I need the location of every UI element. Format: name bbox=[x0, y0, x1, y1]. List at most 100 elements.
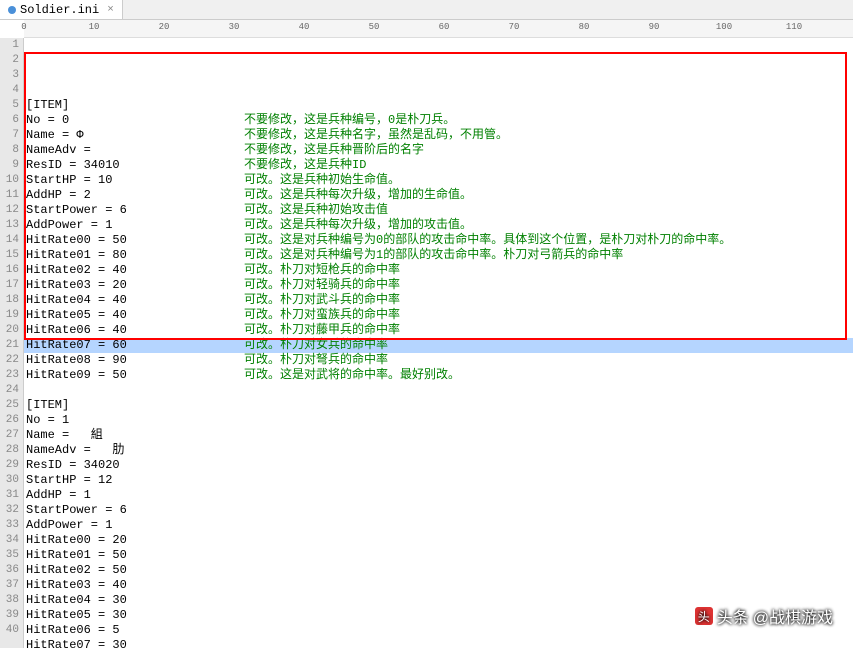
code-text: StartHP = 12 bbox=[24, 473, 244, 488]
code-line[interactable]: HitRate03 = 20可改。朴刀对轻骑兵的命中率 bbox=[24, 278, 853, 293]
code-line[interactable]: AddPower = 1 bbox=[24, 518, 853, 533]
line-number: 20 bbox=[0, 323, 19, 338]
code-text: HitRate04 = 40 bbox=[24, 293, 244, 308]
code-text: AddHP = 1 bbox=[24, 488, 244, 503]
line-number: 30 bbox=[0, 473, 19, 488]
code-line[interactable]: AddHP = 2可改。这是兵种每次升级，增加的生命值。 bbox=[24, 188, 853, 203]
code-text: StartPower = 6 bbox=[24, 203, 244, 218]
code-text: HitRate05 = 30 bbox=[24, 608, 244, 623]
comment-text: 可改。这是兵种初始攻击值 bbox=[244, 203, 388, 218]
code-line[interactable]: ResID = 34010不要修改，这是兵种ID bbox=[24, 158, 853, 173]
code-line[interactable]: HitRate01 = 80可改。这是对兵种编号为1的部队的攻击命中率。朴刀对弓… bbox=[24, 248, 853, 263]
ruler-mark: 80 bbox=[579, 22, 590, 32]
line-number: 32 bbox=[0, 503, 19, 518]
line-number: 31 bbox=[0, 488, 19, 503]
code-line[interactable]: No = 0不要修改，这是兵种编号，0是朴刀兵。 bbox=[24, 113, 853, 128]
line-number: 18 bbox=[0, 293, 19, 308]
line-number: 1 bbox=[0, 38, 19, 53]
comment-text: 可改。朴刀对藤甲兵的命中率 bbox=[244, 323, 400, 338]
line-number: 39 bbox=[0, 608, 19, 623]
code-text: HitRate02 = 40 bbox=[24, 263, 244, 278]
code-line[interactable]: HitRate05 = 40可改。朴刀对蛮族兵的命中率 bbox=[24, 308, 853, 323]
ruler: 0102030405060708090100110 bbox=[24, 20, 853, 38]
ruler-mark: 100 bbox=[716, 22, 732, 32]
code-text: [ITEM] bbox=[24, 98, 244, 113]
code-line[interactable] bbox=[24, 83, 853, 98]
code-text: HitRate01 = 80 bbox=[24, 248, 244, 263]
comment-text: 可改。朴刀对女兵的命中率 bbox=[244, 338, 388, 353]
comment-text: 可改。朴刀对武斗兵的命中率 bbox=[244, 293, 400, 308]
code-text: HitRate00 = 50 bbox=[24, 233, 244, 248]
code-line[interactable]: NameAdv =不要修改，这是兵种晋阶后的名字 bbox=[24, 143, 853, 158]
code-line[interactable]: Name = 組 bbox=[24, 428, 853, 443]
code-line[interactable]: HitRate02 = 50 bbox=[24, 563, 853, 578]
code-text: StartPower = 6 bbox=[24, 503, 244, 518]
code-line[interactable]: HitRate08 = 90可改。朴刀对弩兵的命中率 bbox=[24, 353, 853, 368]
editor[interactable]: 1234567891011121314151617181920212223242… bbox=[0, 38, 853, 648]
tab-soldier-ini[interactable]: Soldier.ini × bbox=[0, 0, 123, 19]
line-number: 4 bbox=[0, 83, 19, 98]
comment-text: 可改。朴刀对弩兵的命中率 bbox=[244, 353, 388, 368]
close-icon[interactable]: × bbox=[107, 4, 114, 16]
line-number: 38 bbox=[0, 593, 19, 608]
comment-text: 可改。这是对兵种编号为1的部队的攻击命中率。朴刀对弓箭兵的命中率 bbox=[244, 248, 623, 263]
code-line[interactable]: StartPower = 6可改。这是兵种初始攻击值 bbox=[24, 203, 853, 218]
code-line[interactable]: [ITEM] bbox=[24, 398, 853, 413]
code-line[interactable]: HitRate06 = 40可改。朴刀对藤甲兵的命中率 bbox=[24, 323, 853, 338]
code-line[interactable]: HitRate04 = 40可改。朴刀对武斗兵的命中率 bbox=[24, 293, 853, 308]
code-line[interactable]: StartHP = 12 bbox=[24, 473, 853, 488]
ruler-mark: 70 bbox=[509, 22, 520, 32]
line-number: 11 bbox=[0, 188, 19, 203]
code-line[interactable]: HitRate01 = 50 bbox=[24, 548, 853, 563]
comment-text: 不要修改，这是兵种编号，0是朴刀兵。 bbox=[244, 113, 455, 128]
code-text: Name = Φ bbox=[24, 128, 244, 143]
code-line[interactable]: HitRate02 = 40可改。朴刀对短枪兵的命中率 bbox=[24, 263, 853, 278]
comment-text: 不要修改，这是兵种名字，虽然是乱码，不用管。 bbox=[244, 128, 508, 143]
ruler-mark: 110 bbox=[786, 22, 802, 32]
line-number: 27 bbox=[0, 428, 19, 443]
tab-modified-dot-icon bbox=[8, 6, 16, 14]
code-line[interactable]: StartHP = 10可改。这是兵种初始生命值。 bbox=[24, 173, 853, 188]
comment-text: 不要修改，这是兵种晋阶后的名字 bbox=[244, 143, 424, 158]
code-line[interactable]: No = 1 bbox=[24, 413, 853, 428]
line-number-gutter: 1234567891011121314151617181920212223242… bbox=[0, 38, 24, 648]
line-number: 26 bbox=[0, 413, 19, 428]
ruler-mark: 30 bbox=[229, 22, 240, 32]
code-line[interactable]: HitRate03 = 40 bbox=[24, 578, 853, 593]
ruler-mark: 0 bbox=[21, 22, 26, 32]
comment-text: 可改。这是对兵种编号为0的部队的攻击命中率。具体到这个位置，是朴刀对朴刀的命中率… bbox=[244, 233, 731, 248]
code-text: HitRate07 = 60 bbox=[24, 338, 244, 353]
code-text: HitRate02 = 50 bbox=[24, 563, 244, 578]
code-line[interactable]: Name = Φ不要修改，这是兵种名字，虽然是乱码，不用管。 bbox=[24, 128, 853, 143]
code-text: HitRate00 = 20 bbox=[24, 533, 244, 548]
line-number: 13 bbox=[0, 218, 19, 233]
ruler-mark: 60 bbox=[439, 22, 450, 32]
code-line[interactable]: AddPower = 1可改。这是兵种每次升级，增加的攻击值。 bbox=[24, 218, 853, 233]
ruler-mark: 90 bbox=[649, 22, 660, 32]
watermark-prefix: 头条 bbox=[717, 604, 749, 628]
code-line[interactable]: HitRate07 = 30 bbox=[24, 638, 853, 648]
code-line[interactable]: HitRate00 = 20 bbox=[24, 533, 853, 548]
code-line[interactable]: StartPower = 6 bbox=[24, 503, 853, 518]
code-line[interactable] bbox=[24, 383, 853, 398]
code-text: No = 1 bbox=[24, 413, 244, 428]
ruler-mark: 10 bbox=[89, 22, 100, 32]
code-line[interactable]: ResID = 34020 bbox=[24, 458, 853, 473]
line-number: 34 bbox=[0, 533, 19, 548]
code-area[interactable]: [ITEM]No = 0不要修改，这是兵种编号，0是朴刀兵。Name = Φ不要… bbox=[24, 38, 853, 648]
code-line[interactable]: AddHP = 1 bbox=[24, 488, 853, 503]
line-number: 37 bbox=[0, 578, 19, 593]
code-text bbox=[24, 83, 244, 98]
code-line[interactable]: HitRate07 = 60可改。朴刀对女兵的命中率 bbox=[24, 338, 853, 353]
line-number: 8 bbox=[0, 143, 19, 158]
line-number: 3 bbox=[0, 68, 19, 83]
code-line[interactable]: HitRate00 = 50可改。这是对兵种编号为0的部队的攻击命中率。具体到这… bbox=[24, 233, 853, 248]
code-line[interactable]: NameAdv = 肋 bbox=[24, 443, 853, 458]
code-text: [ITEM] bbox=[24, 398, 244, 413]
code-text: AddHP = 2 bbox=[24, 188, 244, 203]
code-line[interactable]: HitRate09 = 50可改。这是对武将的命中率。最好别改。 bbox=[24, 368, 853, 383]
comment-text: 可改。朴刀对短枪兵的命中率 bbox=[244, 263, 400, 278]
line-number: 29 bbox=[0, 458, 19, 473]
line-number: 5 bbox=[0, 98, 19, 113]
code-line[interactable]: [ITEM] bbox=[24, 98, 853, 113]
